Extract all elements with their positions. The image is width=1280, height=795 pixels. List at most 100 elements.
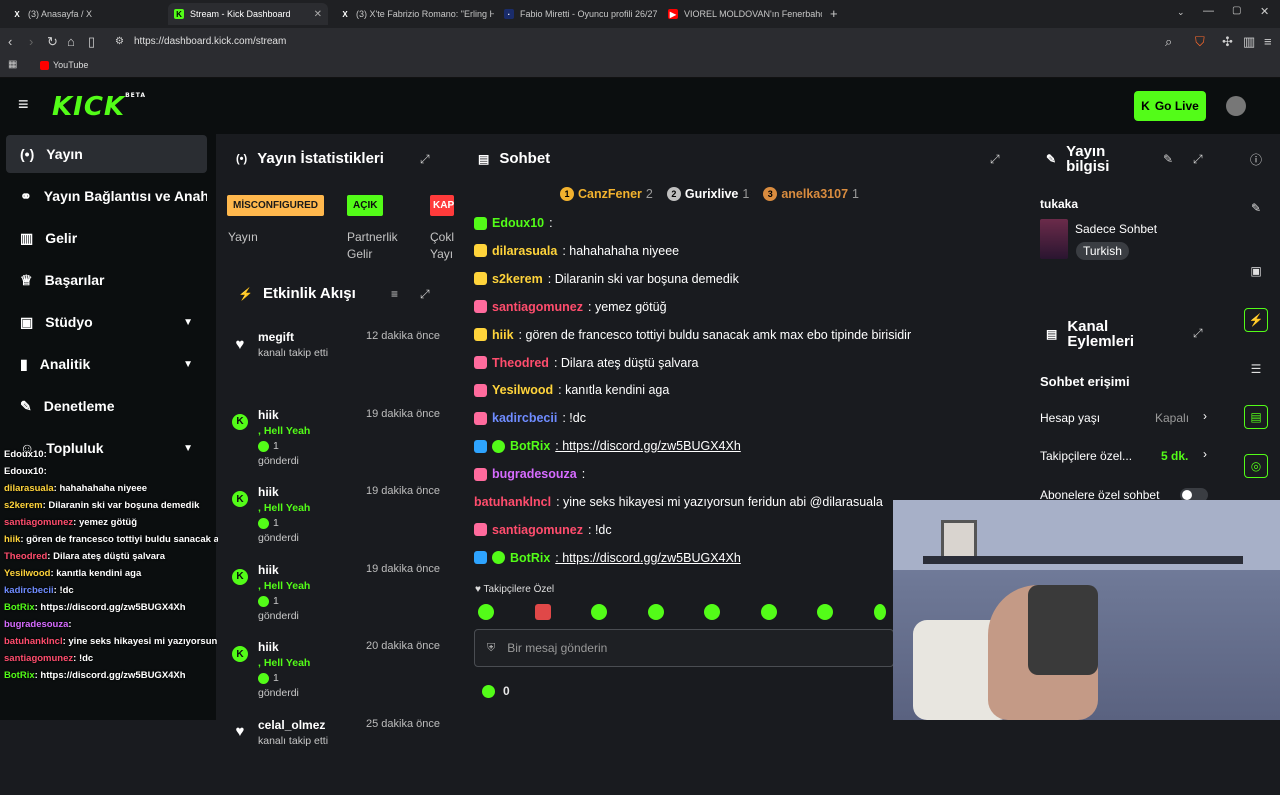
chat-username[interactable]: s2kerem	[492, 272, 543, 286]
back-icon[interactable]: ‹	[8, 34, 12, 49]
sidebar-toggle-icon[interactable]: ▥	[1243, 34, 1255, 50]
chat-message[interactable]: Theodred: Dilara ateş düştü şalvara	[474, 356, 698, 370]
home-icon[interactable]: ⌂	[67, 34, 75, 49]
activity-item[interactable]: Khiik 19 dakika önce , Hell Yeah 1 gönderdi	[222, 563, 454, 640]
activity-item[interactable]: Khiik 20 dakika önce , Hell Yeah 1 gönderdi	[222, 640, 454, 717]
category-name[interactable]: Sadece Sohbet	[1075, 222, 1157, 236]
filter-icon[interactable]: ≡	[391, 287, 398, 301]
minimize-icon[interactable]: —	[1203, 5, 1214, 17]
chat-username[interactable]: Yesilwood	[492, 383, 553, 397]
emote-icon[interactable]	[648, 604, 664, 620]
setting-value[interactable]: 5 dk.	[1161, 449, 1188, 463]
emote-icon[interactable]	[817, 604, 833, 620]
info-icon[interactable]: ⓘ	[1244, 147, 1268, 171]
new-tab-icon[interactable]: +	[830, 6, 838, 21]
lightning-icon[interactable]: ⚡	[1244, 308, 1268, 332]
site-info-icon[interactable]: ⚙	[115, 36, 124, 47]
video-icon[interactable]: ▣	[1244, 259, 1268, 283]
chat-username[interactable]: bugradesouza	[492, 467, 577, 481]
browser-tab-kick-dashboard[interactable]: K Stream - Kick Dashboard ✕	[168, 3, 328, 25]
activity-item[interactable]: Khiik 19 dakika önce , Hell Yeah 1 gönderdi	[222, 485, 454, 562]
pen-icon[interactable]: ✎	[1244, 196, 1268, 220]
leaderboard-entry[interactable]: 2 Gurixlive 1	[666, 187, 749, 201]
chat-username[interactable]: santiagomunez	[492, 523, 583, 537]
emote-icon[interactable]	[478, 604, 494, 620]
chat-username[interactable]: dilarasuala	[492, 244, 557, 258]
extensions-icon[interactable]: ✣	[1222, 34, 1233, 50]
url-field[interactable]: https://dashboard.kick.com/stream	[134, 36, 286, 47]
emote-icon[interactable]	[535, 604, 551, 620]
browser-tab-transfermarkt[interactable]: · Fabio Miretti - Oyuncu profili 26/27 |	[498, 3, 658, 25]
chat-points[interactable]: 0	[482, 684, 510, 698]
chevron-right-icon[interactable]: ›	[1203, 409, 1207, 423]
expand-icon[interactable]: ⤢	[420, 152, 430, 167]
chat-username[interactable]: Edoux10	[492, 216, 544, 230]
chat-username[interactable]: santiagomunez	[492, 300, 583, 314]
expand-icon[interactable]: ⤢	[990, 152, 1000, 167]
close-icon[interactable]: ✕	[314, 9, 322, 20]
window-close-icon[interactable]: ✕	[1260, 5, 1269, 18]
chevron-right-icon[interactable]: ›	[1203, 447, 1207, 461]
activity-item[interactable]: ♥ megift 12 dakika önce kanalı takip etti	[222, 330, 454, 407]
reload-icon[interactable]: ↻	[47, 34, 58, 50]
expand-icon[interactable]: ⤢	[420, 287, 430, 302]
chat-message[interactable]: santiagomunez: yemez götüğ	[474, 300, 667, 314]
sidebar-item-gelir[interactable]: ▥ Gelir	[6, 219, 207, 257]
chat-message[interactable]: BotRix : https://discord.gg/zw5BUGX4Xh	[474, 439, 741, 453]
list-icon[interactable]: ☰	[1244, 357, 1268, 381]
sidebar-item-analitik[interactable]: ▮ Analitik ▼	[6, 345, 207, 383]
chat-message[interactable]: hiik: gören de francesco tottiyi buldu s…	[474, 328, 911, 342]
chat-username[interactable]: batuhanklncl	[474, 495, 551, 509]
activity-item[interactable]: Khiik 19 dakika önce , Hell Yeah 1 gönderdi	[222, 408, 454, 485]
chat-username[interactable]: BotRix	[510, 551, 550, 565]
bookmark-youtube[interactable]: YouTube	[53, 60, 88, 70]
chevron-down-icon[interactable]: ⌄	[1177, 7, 1185, 18]
menu-icon[interactable]: ≡	[1264, 34, 1272, 49]
chat-message[interactable]: batuhanklncl: yine seks hikayesi mi yazı…	[474, 495, 883, 509]
activity-item[interactable]: ♥ celal_olmez 25 dakika önce kanalı takip e…	[222, 718, 454, 795]
sidebar-item-basarilar[interactable]: ♕ Başarılar	[6, 261, 207, 299]
chat-text[interactable]: : https://discord.gg/zw5BUGX4Xh	[555, 551, 741, 565]
chat-message[interactable]: santiagomunez: !dc	[474, 523, 612, 537]
chat-message[interactable]: s2kerem: Dilaranin ski var boşuna demedi…	[474, 272, 739, 286]
browser-tab-x-fabrizio[interactable]: X (3) X'te Fabrizio Romano: "Erling Haa	[334, 3, 494, 25]
expand-icon[interactable]: ⤢	[1193, 326, 1203, 341]
broadcast-icon[interactable]: ◎	[1244, 454, 1268, 478]
bookmark-icon[interactable]: ▯	[88, 34, 95, 50]
chat-message[interactable]: Edoux10:	[474, 216, 553, 230]
chat-username[interactable]: hiik	[492, 328, 514, 342]
chat-username[interactable]: kadircbecii	[492, 411, 557, 425]
leaderboard-entry[interactable]: 1 CanzFener 2	[560, 187, 653, 201]
emote-icon[interactable]	[591, 604, 607, 620]
setting-value[interactable]: Kapalı	[1155, 411, 1189, 425]
chat-username[interactable]: BotRix	[510, 439, 550, 453]
kick-logo[interactable]: KICKBETA	[52, 92, 146, 122]
browser-tab-x-home[interactable]: X (3) Anasayfa / X	[6, 3, 166, 25]
go-live-button[interactable]: K Go Live	[1134, 91, 1206, 121]
emote-icon[interactable]	[761, 604, 777, 620]
edit-icon[interactable]: ✎	[1163, 152, 1173, 166]
leaderboard-entry[interactable]: 3 anelka3107 1	[763, 187, 859, 201]
hamburger-menu-icon[interactable]: ≡	[18, 94, 29, 115]
maximize-icon[interactable]: ▢	[1232, 5, 1241, 16]
chat-message[interactable]: BotRix : https://discord.gg/zw5BUGX4Xh	[474, 551, 741, 565]
chat-icon[interactable]: ▤	[1244, 405, 1268, 429]
zoom-icon[interactable]: ⌕	[1165, 34, 1172, 50]
sidebar-item-denetleme[interactable]: ✎ Denetleme	[6, 387, 207, 425]
forward-icon[interactable]: ›	[29, 34, 33, 49]
sidebar-item-yayin[interactable]: (•) Yayın	[6, 135, 207, 173]
emote-icon[interactable]	[874, 604, 886, 620]
chat-message[interactable]: kadircbecii: !dc	[474, 411, 586, 425]
chat-message[interactable]: dilarasuala: hahahahaha niyeee	[474, 244, 679, 258]
chat-message[interactable]: Yesilwood: kanıtla kendini aga	[474, 383, 669, 397]
chat-input[interactable]: ⛨ Bir mesaj gönderin	[474, 629, 894, 667]
avatar[interactable]	[1226, 96, 1246, 116]
browser-tab-youtube[interactable]: ▶ VIOREL MOLDOVAN'ın Fenerbahçe'd	[662, 3, 822, 25]
sidebar-item-link-key[interactable]: ⚭ Yayın Bağlantısı ve Anahtar	[6, 177, 207, 215]
chat-message[interactable]: bugradesouza:	[474, 467, 585, 481]
chat-username[interactable]: Theodred	[492, 356, 549, 370]
expand-icon[interactable]: ⤢	[1193, 152, 1203, 167]
chat-text[interactable]: : https://discord.gg/zw5BUGX4Xh	[555, 439, 741, 453]
brave-shield-icon[interactable]: ⛉	[1195, 34, 1205, 50]
emote-icon[interactable]	[704, 604, 720, 620]
